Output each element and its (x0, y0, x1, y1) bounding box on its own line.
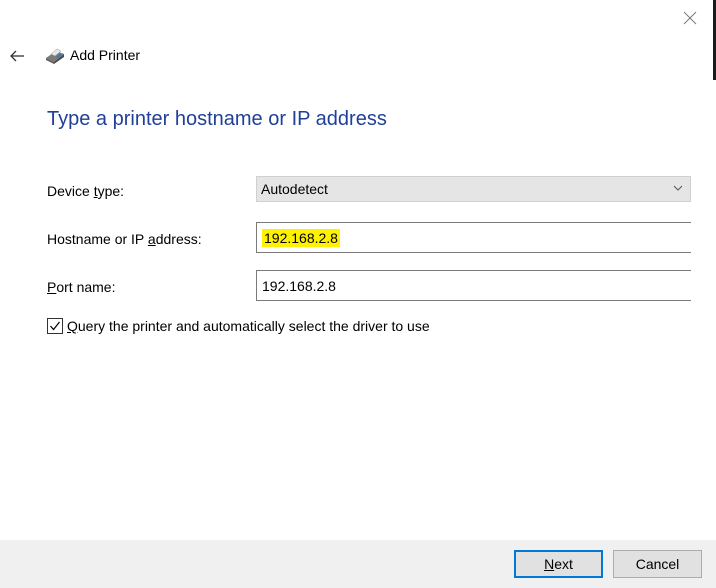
printer-icon (46, 48, 64, 64)
hostname-label: Hostname or IP address: (47, 231, 202, 247)
port-name-input[interactable]: 192.168.2.8 (256, 270, 691, 301)
query-printer-label: Query the printer and automatically sele… (67, 318, 430, 334)
close-icon (683, 11, 697, 25)
query-printer-option[interactable]: Query the printer and automatically sele… (47, 318, 430, 334)
page-heading: Type a printer hostname or IP address (47, 108, 387, 130)
dialog-footer (0, 540, 716, 588)
query-printer-checkbox[interactable] (47, 318, 63, 334)
port-name-label: Port name: (47, 279, 116, 295)
port-name-value: 192.168.2.8 (262, 277, 336, 294)
hostname-value: 192.168.2.8 (262, 228, 340, 247)
back-button[interactable] (4, 44, 30, 68)
window-title: Add Printer (70, 47, 141, 63)
checkmark-icon (50, 321, 60, 331)
back-arrow-icon (10, 50, 24, 62)
close-button[interactable] (676, 6, 704, 30)
next-button[interactable]: Next (514, 550, 603, 578)
cancel-button[interactable]: Cancel (613, 550, 702, 578)
add-printer-dialog: Add Printer Type a printer hostname or I… (0, 0, 716, 588)
hostname-input[interactable]: 192.168.2.8 (256, 222, 691, 253)
chevron-down-icon (673, 185, 683, 191)
device-type-label: Device type: (47, 183, 125, 199)
device-type-value: Autodetect (261, 181, 328, 197)
device-type-select[interactable]: Autodetect (256, 176, 691, 202)
